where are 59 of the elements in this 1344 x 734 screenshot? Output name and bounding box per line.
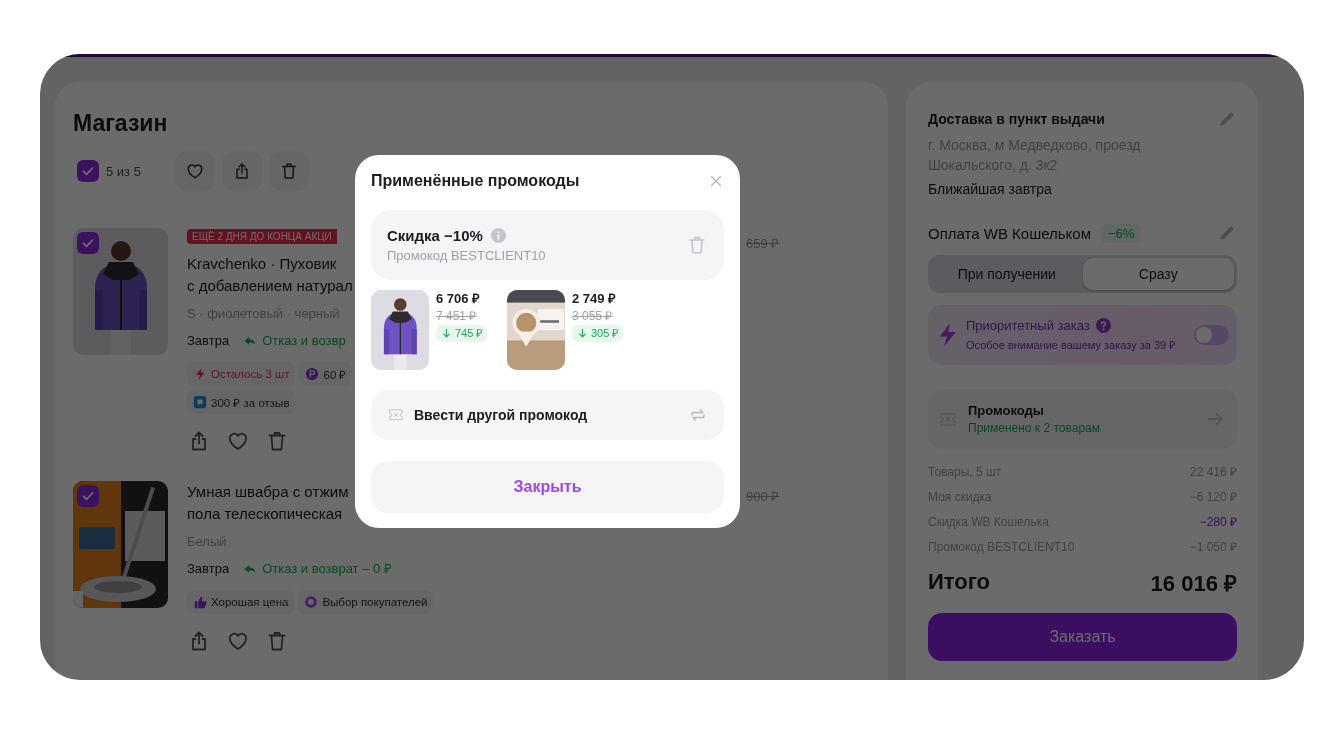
enter-promo-row[interactable]: Ввести другой промокод	[371, 390, 724, 440]
priority-title: Приоритетный заказ	[966, 318, 1090, 333]
promo-discount: Скидка −10%	[387, 227, 483, 244]
total-label: Итого	[928, 569, 991, 595]
arrow-down-icon	[577, 328, 588, 339]
payment-title: Оплата WB Кошельком	[928, 224, 1091, 242]
ticket-icon	[387, 408, 405, 422]
product-tag: 60 ₽	[299, 362, 353, 386]
question-icon	[1095, 318, 1111, 333]
order-button[interactable]: Заказать	[928, 613, 1237, 661]
thumbs-up-icon	[193, 595, 207, 609]
ring-icon	[304, 595, 319, 609]
trash-icon	[686, 234, 708, 256]
promo-code: Промокод BESTCLIENT10	[387, 248, 547, 263]
payment-option[interactable]: При получении	[931, 258, 1083, 290]
delivery-title: Доставка в пункт выдачи	[928, 111, 1105, 127]
product-tag: 300 ₽ за отзыв	[187, 390, 296, 414]
delete-button[interactable]	[686, 234, 708, 256]
promo-codes-card[interactable]: Промокоды Применено к 2 товарам	[928, 389, 1237, 449]
promo-badge: ЕЩЁ 2 ДНЯ ДО КОНЦА АКЦИ	[187, 229, 337, 244]
dialog-title: Применённые промокоды	[371, 172, 580, 190]
checkbox[interactable]	[77, 160, 99, 182]
total-value: 16 016 ₽	[1150, 570, 1237, 597]
toggle-switch[interactable]	[1194, 325, 1229, 345]
old-price: 7 451 ₽	[436, 308, 477, 324]
coin-icon	[305, 367, 320, 381]
checkbox[interactable]	[77, 232, 99, 254]
product-tag: Хорошая цена	[187, 590, 295, 614]
payment-option[interactable]: Сразу	[1082, 258, 1234, 290]
section-title: Магазин	[73, 110, 168, 137]
arrow-down-icon	[441, 328, 452, 339]
product-title[interactable]: Умная швабра с отжим пола телескопическая	[187, 481, 349, 525]
saving-badge: 745 ₽	[436, 325, 488, 342]
promo-status: Применено к 2 товарам	[968, 421, 1101, 435]
delivery-date: Завтра	[187, 560, 230, 578]
share-button[interactable]	[221, 151, 262, 191]
close-dialog-button[interactable]: Закрыть	[371, 461, 724, 513]
promo-title: Промокоды	[968, 403, 1045, 418]
checkbox[interactable]	[77, 485, 99, 507]
product-title[interactable]: Kravchenko · Пуховик с добавлением натурал	[187, 253, 353, 297]
delete-button[interactable]	[268, 151, 309, 191]
review-icon	[193, 395, 207, 409]
discounted-price: 6 706 ₽	[436, 291, 481, 307]
product-tag: Выбор покупателей	[298, 590, 434, 614]
discounted-price: 2 749 ₽	[572, 291, 617, 307]
discount-badge: −6%	[1101, 223, 1142, 243]
return-note: Отказ и возвр	[243, 332, 346, 350]
old-price: 3 055 ₽	[572, 308, 613, 324]
product-tag: Осталось 3 шт	[187, 362, 296, 386]
info-icon	[490, 228, 506, 243]
return-note: Отказ и возврат – 0 ₽	[243, 560, 392, 578]
delivery-eta: Ближайшая завтра	[928, 181, 1053, 197]
selection-count: 5 из 5	[106, 163, 141, 179]
summary-value: −280 ₽	[1199, 514, 1237, 531]
favorite-button[interactable]	[174, 151, 215, 191]
saving-badge: 305 ₽	[572, 325, 624, 342]
priority-subtitle: Особое внимание вашему заказу за 39 ₽	[966, 338, 1177, 352]
delivery-date: Завтра	[187, 332, 230, 350]
lightning-icon	[193, 367, 207, 381]
